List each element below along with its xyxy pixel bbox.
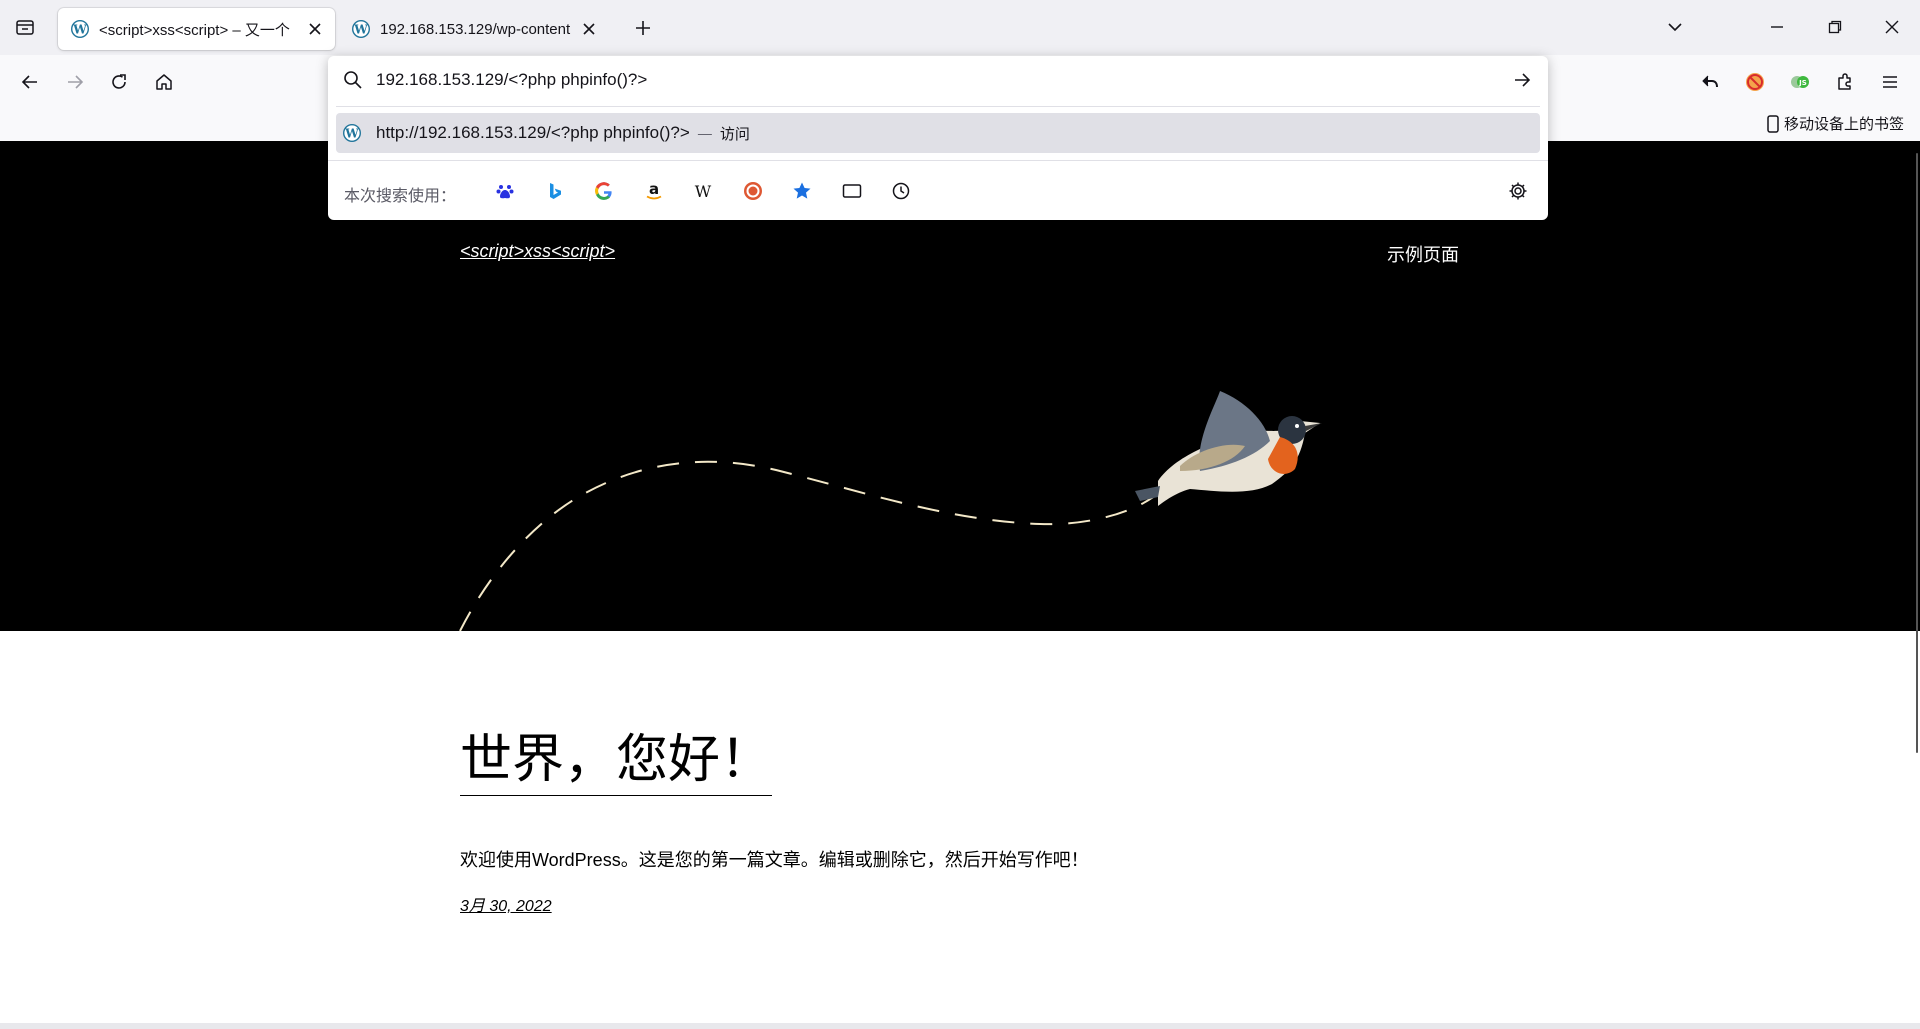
wikipedia-engine-button[interactable]: W (689, 177, 717, 205)
forward-button[interactable] (60, 67, 90, 97)
suggestion-separator: — (697, 125, 712, 141)
tabs-search-button[interactable] (838, 177, 866, 205)
one-off-search-bar: 本次搜索使用： a W (328, 160, 1548, 220)
minimize-button[interactable] (1762, 12, 1792, 42)
page-scrollbar[interactable] (1916, 153, 1918, 753)
svg-text:W: W (72, 23, 87, 37)
search-icon (344, 71, 362, 89)
close-window-button[interactable] (1877, 12, 1907, 42)
url-input[interactable]: 192.168.153.129/<?php phpinfo()?> (376, 70, 647, 90)
minimize-icon (1771, 26, 1783, 28)
baidu-engine-button[interactable] (491, 177, 519, 205)
urlbar[interactable]: 192.168.153.129/<?php phpinfo()?> (328, 56, 1548, 104)
go-arrow-icon[interactable] (1512, 70, 1532, 90)
arrow-left-icon (21, 75, 37, 89)
post-excerpt: 欢迎使用WordPress。这是您的第一篇文章。编辑或删除它，然后开始写作吧！ (460, 850, 1089, 870)
svg-text:W: W (353, 23, 368, 37)
tab-active[interactable]: W <script>xss<script> – 又一个 (58, 8, 335, 50)
extensions-button[interactable] (1830, 67, 1860, 97)
arrow-right-icon (68, 75, 84, 89)
puzzle-icon (1838, 73, 1851, 90)
baidu-paw-icon (496, 185, 514, 199)
reload-icon (112, 74, 126, 89)
mobile-bookmarks-folder[interactable]: 移动设备上的书签 (1766, 113, 1904, 134)
reload-button[interactable] (104, 67, 134, 97)
home-icon (156, 74, 172, 90)
restore-icon (1828, 20, 1842, 34)
gear-icon (1509, 182, 1527, 200)
blocker-extension-button[interactable] (1740, 67, 1770, 97)
tabs-list-button[interactable] (12, 14, 38, 40)
url-suggestion-row[interactable]: W http://192.168.153.129/<?php phpinfo()… (336, 113, 1540, 153)
plus-icon (636, 21, 650, 35)
post-date-link[interactable]: 3月 30, 2022 (460, 892, 552, 916)
status-bar (0, 1023, 1920, 1029)
bing-icon (550, 183, 561, 199)
undo-button[interactable] (1695, 67, 1725, 97)
mobile-device-icon (1767, 114, 1779, 133)
app-menu-button[interactable] (1875, 67, 1905, 97)
star-icon (793, 182, 811, 199)
google-engine-button[interactable] (590, 177, 618, 205)
mobile-bookmarks-label: 移动设备上的书签 (1783, 116, 1904, 133)
svg-text:JS: JS (1798, 79, 1807, 87)
amazon-icon: a (646, 181, 662, 200)
tabs-list-icon (16, 20, 34, 35)
chevron-down-icon (1668, 23, 1682, 32)
new-tab-button[interactable] (630, 15, 656, 41)
clock-icon (892, 182, 910, 200)
urlbar-divider (336, 106, 1540, 107)
tab-icon (842, 184, 862, 198)
page-content: <script>xss<script> 示例页面 世界，您好！ 欢迎使用Word… (0, 141, 1920, 1029)
suggestion-url: http://192.168.153.129/<?php phpinfo()?> (376, 123, 690, 142)
tab-title: <script>xss<script> – 又一个 (99, 21, 290, 39)
wordpress-icon: W (342, 123, 362, 143)
duckduckgo-engine-button[interactable] (739, 177, 767, 205)
blocked-extension-icon (1746, 73, 1764, 91)
wikipedia-icon: W (695, 182, 712, 201)
tab-close-icon[interactable] (307, 21, 323, 37)
undo-icon (1702, 75, 1718, 88)
wordpress-icon: W (70, 19, 90, 39)
tab-inactive[interactable]: W 192.168.153.129/wp-content (339, 8, 609, 50)
svg-text:a: a (649, 181, 659, 198)
suggestion-action: 访问 (719, 125, 750, 143)
home-button[interactable] (149, 67, 179, 97)
google-icon (595, 182, 612, 200)
one-off-label: 本次搜索使用： (344, 188, 457, 205)
tab-title: 192.168.153.129/wp-content (380, 20, 571, 38)
tab-close-icon[interactable] (581, 21, 597, 37)
restore-button[interactable] (1820, 12, 1850, 42)
svg-text:W: W (695, 182, 712, 201)
history-search-button[interactable] (887, 177, 915, 205)
hamburger-menu-icon (1883, 76, 1897, 88)
bing-engine-button[interactable] (541, 177, 569, 205)
wordpress-icon: W (351, 19, 371, 39)
post-title-link[interactable]: 世界，您好！ (460, 730, 773, 796)
js-extension-icon: JS (1791, 76, 1809, 88)
svg-text:W: W (344, 127, 359, 141)
bookmarks-search-button[interactable] (788, 177, 816, 205)
amazon-engine-button[interactable]: a (640, 177, 668, 205)
close-icon (1885, 20, 1899, 34)
list-all-tabs-button[interactable] (1660, 12, 1690, 42)
duckduckgo-icon (744, 182, 762, 200)
urlbar-popup: 192.168.153.129/<?php phpinfo()?> W http… (328, 56, 1548, 220)
back-button[interactable] (15, 67, 45, 97)
js-extension-button[interactable]: JS (1785, 67, 1815, 97)
tab-strip: W <script>xss<script> – 又一个 W 192.168.15… (0, 0, 1920, 55)
search-settings-button[interactable] (1504, 177, 1532, 205)
